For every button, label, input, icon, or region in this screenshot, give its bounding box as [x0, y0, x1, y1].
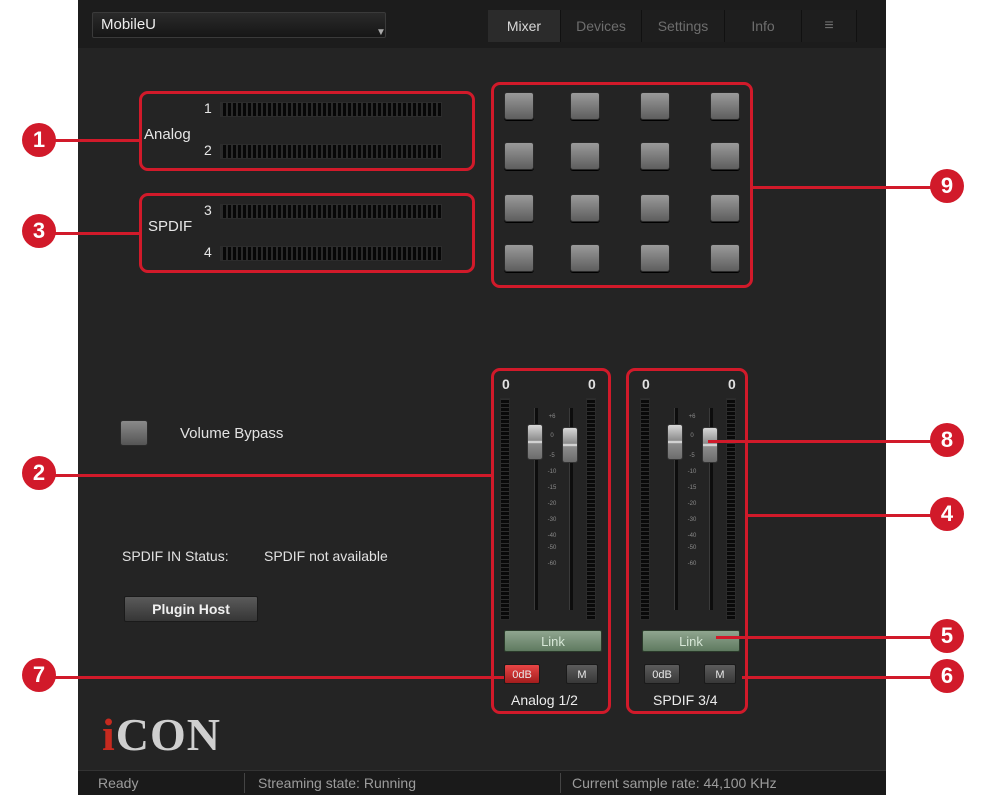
- annotation-box-pads: [491, 82, 753, 288]
- status-bar: Ready Streaming state: Running Current s…: [78, 770, 886, 795]
- tab-mixer[interactable]: Mixer: [488, 10, 561, 42]
- annotation-box-analog-strip: [491, 368, 611, 714]
- annotation-marker-6: 6: [930, 659, 964, 693]
- device-select-value: MobileU: [101, 16, 157, 33]
- tab-bar: Mixer Devices Settings Info ≡: [488, 10, 857, 42]
- annotation-marker-1: 1: [22, 123, 56, 157]
- status-state: Ready: [98, 775, 139, 791]
- spdif-status-label: SPDIF IN Status:: [122, 548, 229, 564]
- spdif-status-value: SPDIF not available: [264, 548, 388, 564]
- volume-bypass-label: Volume Bypass: [180, 425, 284, 442]
- status-divider: [244, 773, 245, 793]
- plugin-host-button[interactable]: Plugin Host: [124, 596, 258, 622]
- tab-settings[interactable]: Settings: [642, 10, 725, 42]
- status-divider: [560, 773, 561, 793]
- annotation-marker-4: 4: [930, 497, 964, 531]
- annotation-leader: [44, 139, 140, 142]
- status-streaming: Streaming state: Running: [258, 775, 416, 791]
- top-bar: MobileU ▼ Mixer Devices Settings Info ≡: [78, 0, 886, 48]
- annotation-marker-2: 2: [22, 456, 56, 490]
- annotation-leader: [716, 636, 936, 639]
- device-select[interactable]: MobileU ▼: [92, 12, 386, 38]
- annotation-box-spdif-strip: [626, 368, 748, 714]
- annotation-leader: [748, 514, 936, 517]
- annotation-leader: [742, 676, 936, 679]
- annotation-box-spdif: [139, 193, 475, 273]
- tab-devices[interactable]: Devices: [561, 10, 642, 42]
- chevron-down-icon: ▼: [376, 27, 386, 38]
- annotation-leader: [708, 440, 936, 443]
- tab-info[interactable]: Info: [725, 10, 802, 42]
- volume-bypass-checkbox[interactable]: [120, 420, 148, 446]
- hamburger-icon[interactable]: ≡: [802, 10, 857, 42]
- status-sample-rate: Current sample rate: 44,100 KHz: [572, 775, 777, 791]
- annotation-leader: [44, 232, 140, 235]
- annotation-box-analog: [139, 91, 475, 171]
- annotation-marker-5: 5: [930, 619, 964, 653]
- annotation-marker-3: 3: [22, 214, 56, 248]
- annotation-leader: [44, 474, 492, 477]
- annotation-marker-7: 7: [22, 658, 56, 692]
- annotation-leader: [752, 186, 936, 189]
- annotation-leader: [44, 676, 504, 679]
- icon-logo: iCON: [102, 709, 222, 760]
- annotation-marker-9: 9: [930, 169, 964, 203]
- annotation-marker-8: 8: [930, 423, 964, 457]
